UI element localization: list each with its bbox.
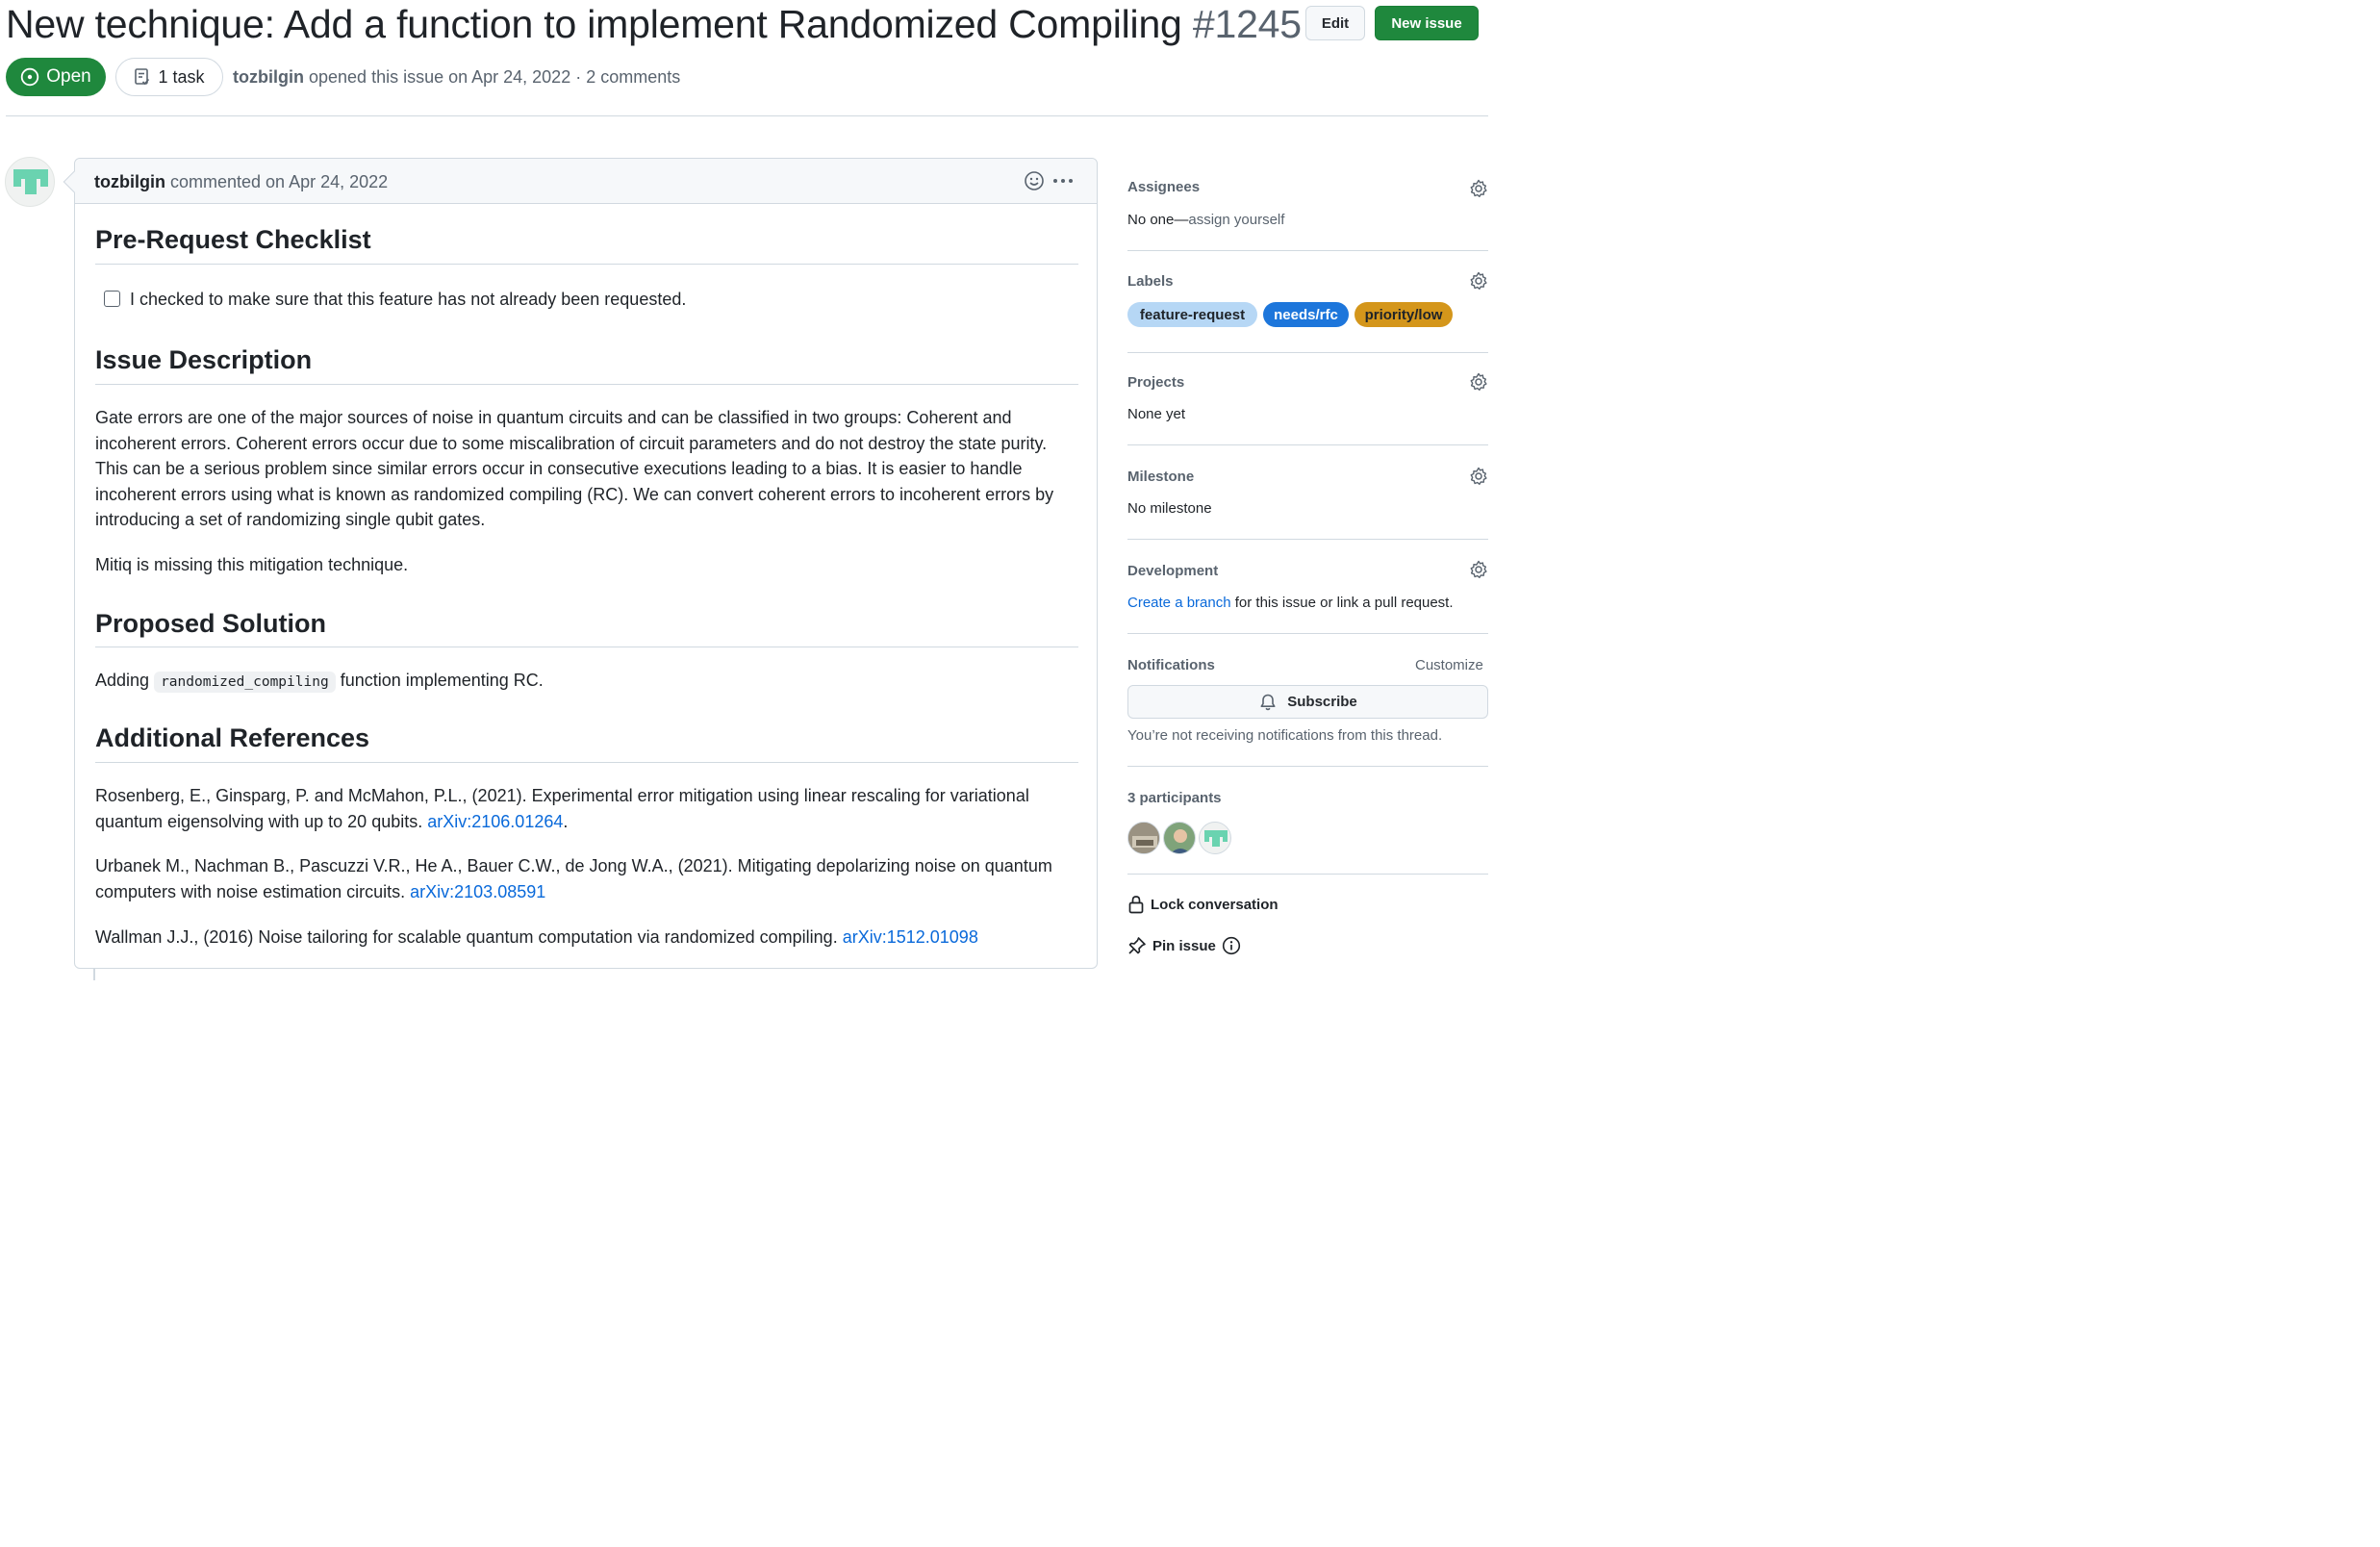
bell-icon xyxy=(1260,694,1276,710)
participant-photo-icon xyxy=(1164,823,1195,853)
reference-text: Urbanek M., Nachman B., Pascuzzi V.R., H… xyxy=(95,856,1052,901)
new-issue-button[interactable]: New issue xyxy=(1375,6,1479,40)
issue-title-text: New technique: Add a function to impleme… xyxy=(6,2,1182,46)
heading-divider xyxy=(95,762,1078,763)
description-heading: Issue Description xyxy=(95,345,313,374)
reference-item: Urbanek M., Nachman B., Pascuzzi V.R., H… xyxy=(95,853,1078,904)
reference-text: Wallman J.J., (2016) Noise tailoring for… xyxy=(95,927,838,947)
lock-conversation-label: Lock conversation xyxy=(1151,896,1279,913)
issue-meta: tozbilgin opened this issue on Apr 24, 2… xyxy=(233,67,680,88)
reference-link[interactable]: arXiv:2106.01264 xyxy=(427,812,563,831)
more-options-icon[interactable] xyxy=(1052,178,1074,184)
projects-value: None yet xyxy=(1127,406,1186,422)
participant-avatar[interactable] xyxy=(1199,822,1231,854)
development-value: Create a branch for this issue or link a… xyxy=(1127,595,1454,611)
timeline-line xyxy=(93,969,95,980)
reference-item: Rosenberg, E., Ginsparg, P. and McMahon,… xyxy=(95,783,1078,834)
issue-author-link[interactable]: tozbilgin xyxy=(233,67,304,87)
milestone-heading[interactable]: Milestone xyxy=(1127,469,1194,485)
checklist-checkbox[interactable] xyxy=(104,291,120,307)
labels-heading[interactable]: Labels xyxy=(1127,273,1174,290)
checklist-item-text: I checked to make sure that this feature… xyxy=(130,290,687,309)
sidebar-divider xyxy=(1127,444,1488,445)
solution-heading: Proposed Solution xyxy=(95,609,326,638)
gear-icon[interactable] xyxy=(1469,560,1488,579)
solution-suffix: function implementing RC. xyxy=(340,671,544,690)
solution-paragraph: Adding randomized_compiling function imp… xyxy=(95,668,1078,696)
assignees-heading[interactable]: Assignees xyxy=(1127,179,1200,195)
heading-divider xyxy=(95,264,1078,265)
task-count-badge[interactable]: 1 task xyxy=(115,58,223,96)
participant-avatar[interactable] xyxy=(1127,822,1160,854)
add-reaction-icon[interactable] xyxy=(1024,170,1045,191)
comment-byline: tozbilgin commented on Apr 24, 2022 xyxy=(94,172,388,192)
heading-divider xyxy=(95,384,1078,385)
development-rest-text: for this issue or link a pull request. xyxy=(1230,595,1454,611)
issue-state-badge: Open xyxy=(6,58,106,96)
pin-issue-label: Pin issue xyxy=(1152,937,1216,954)
label-needs-rfc[interactable]: needs/rfc xyxy=(1263,302,1349,327)
notification-status-text: You’re not receiving notifications from … xyxy=(1127,727,1443,744)
gear-icon[interactable] xyxy=(1469,179,1488,198)
checklist-heading: Pre-Request Checklist xyxy=(95,225,371,254)
solution-prefix: Adding xyxy=(95,671,150,690)
info-icon[interactable] xyxy=(1222,936,1241,955)
reference-link[interactable]: arXiv:1512.01098 xyxy=(843,927,978,947)
references-heading: Additional References xyxy=(95,723,370,752)
label-priority-low[interactable]: priority/low xyxy=(1355,302,1453,327)
task-list-icon xyxy=(135,68,150,86)
label-feature-request[interactable]: feature-request xyxy=(1127,302,1257,327)
participant-photo-icon xyxy=(1128,823,1159,853)
author-avatar[interactable] xyxy=(5,157,55,207)
issue-number: #1245 xyxy=(1192,2,1302,46)
issue-comment: tozbilgin commented on Apr 24, 2022 Pre-… xyxy=(63,158,1098,969)
assignees-none-text: No one— xyxy=(1127,212,1189,228)
sidebar-divider xyxy=(1127,766,1488,767)
reference-end: . xyxy=(563,811,569,831)
task-count-label: 1 task xyxy=(158,66,205,87)
sidebar-divider xyxy=(1127,633,1488,634)
pin-icon xyxy=(1128,937,1146,954)
lock-conversation-button[interactable]: Lock conversation xyxy=(1127,895,1279,914)
assign-yourself-link[interactable]: assign yourself xyxy=(1188,212,1284,228)
development-heading[interactable]: Development xyxy=(1127,563,1218,579)
missing-technique-paragraph: Mitiq is missing this mitigation techniq… xyxy=(95,555,409,574)
assignees-value: No one—assign yourself xyxy=(1127,212,1284,228)
participant-avatar[interactable] xyxy=(1163,822,1196,854)
gear-icon[interactable] xyxy=(1469,467,1488,486)
description-paragraph: Gate errors are one of the major sources… xyxy=(95,408,1054,529)
issue-opened-text: opened this issue on Apr 24, 2022 · 2 co… xyxy=(309,67,681,87)
issue-state-label: Open xyxy=(46,66,91,87)
participants-heading: 3 participants xyxy=(1127,790,1222,806)
milestone-value: No milestone xyxy=(1127,500,1212,517)
inline-code: randomized_compiling xyxy=(154,672,336,693)
comment-header: tozbilgin commented on Apr 24, 2022 xyxy=(63,159,1097,204)
issue-title: New technique: Add a function to impleme… xyxy=(6,2,1302,47)
comment-action-text: commented on Apr 24, 2022 xyxy=(170,172,389,191)
issue-open-icon xyxy=(21,67,39,87)
notifications-heading: Notifications xyxy=(1127,657,1215,673)
subscribe-label: Subscribe xyxy=(1287,694,1357,710)
header-divider xyxy=(6,115,1488,116)
gear-icon[interactable] xyxy=(1469,271,1488,291)
create-branch-link[interactable]: Create a branch xyxy=(1127,595,1231,611)
reference-item: Wallman J.J., (2016) Noise tailoring for… xyxy=(95,925,1078,951)
reference-link[interactable]: arXiv:2103.08591 xyxy=(410,882,545,901)
edit-button[interactable]: Edit xyxy=(1305,6,1365,40)
pin-issue-button[interactable]: Pin issue xyxy=(1127,936,1241,955)
comment-caret xyxy=(63,170,86,193)
identicon-icon xyxy=(1204,830,1228,847)
subscribe-button[interactable]: Subscribe xyxy=(1127,685,1488,719)
sidebar-divider xyxy=(1127,250,1488,251)
identicon-icon xyxy=(13,169,48,194)
gear-icon[interactable] xyxy=(1469,372,1488,392)
sidebar-divider xyxy=(1127,874,1488,875)
sidebar-divider xyxy=(1127,539,1488,540)
customize-link[interactable]: Customize xyxy=(1415,657,1483,673)
sidebar-divider xyxy=(1127,352,1488,353)
lock-icon xyxy=(1128,896,1144,914)
comment-author-link[interactable]: tozbilgin xyxy=(94,172,165,191)
projects-heading[interactable]: Projects xyxy=(1127,374,1184,391)
